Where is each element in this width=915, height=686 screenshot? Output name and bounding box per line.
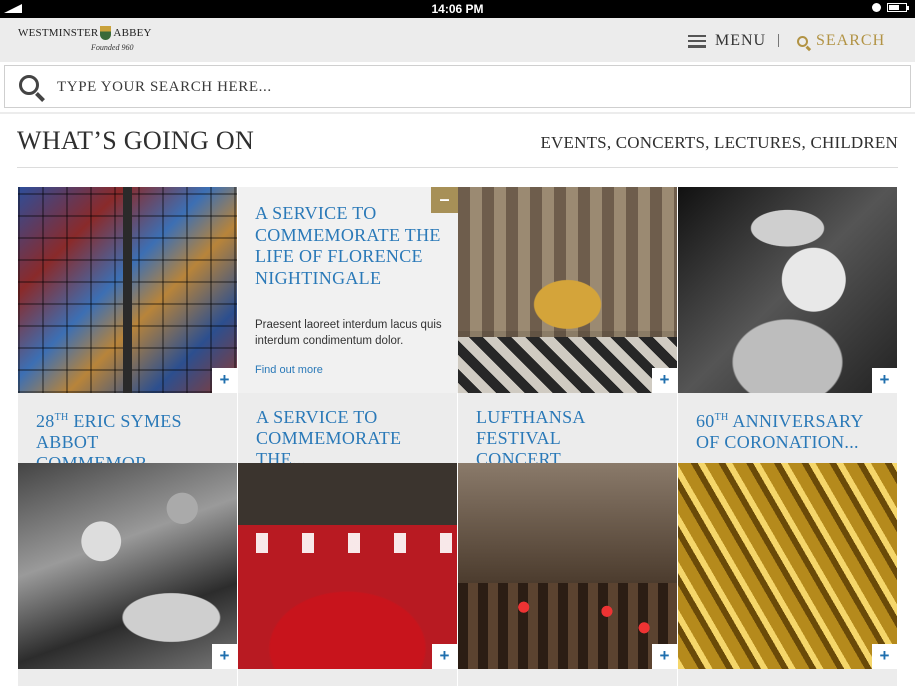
menu-button[interactable]: MENU (688, 32, 766, 50)
logo-text-westminster: WESTMINSTER (18, 27, 99, 39)
event-caption[interactable] (238, 669, 457, 686)
search-icon (797, 35, 808, 47)
event-caption-title: LUFTHANSA FESTIVAL CONCERT (476, 407, 585, 469)
event-tile-quire[interactable]: + (458, 463, 677, 669)
status-time: 14:06 PM (431, 2, 484, 16)
logo-text-abbey: ABBEY (113, 27, 152, 39)
event-caption[interactable] (678, 669, 897, 686)
event-caption[interactable]: A SERVICE TO COMMEMORATE THE... (238, 393, 457, 469)
find-out-more-link[interactable]: Find out more (255, 364, 323, 376)
crest-icon (100, 26, 112, 40)
search-icon[interactable] (19, 75, 39, 95)
search-input[interactable] (57, 74, 877, 100)
westminster-abbey-logo[interactable]: WESTMINSTER ABBEY Founded 960 (18, 26, 152, 52)
event-tile-expanded: A SERVICE TO COMMEMORATE THE LIFE OF FLO… (238, 187, 458, 393)
event-tile-choristers[interactable]: + (238, 463, 457, 669)
event-caption-title: A SERVICE TO COMMEMORATE THE... (256, 407, 402, 469)
expanded-event-description: Praesent laoreet interdum lacus quis int… (255, 319, 442, 347)
event-tile-coronation[interactable]: + (18, 463, 237, 669)
battery-icon (887, 3, 909, 12)
header-divider (778, 34, 779, 47)
event-caption[interactable]: 60TH ANNIVERSARY OF CORONATION... (678, 393, 897, 463)
search-label: SEARCH (816, 32, 886, 49)
search-bar (4, 65, 911, 108)
alarm-icon (872, 3, 881, 12)
header-separator (0, 112, 915, 114)
site-header: WESTMINSTER ABBEY Founded 960 MENU SEARC… (0, 18, 915, 62)
status-icons (872, 3, 909, 12)
expand-plus-button[interactable]: + (212, 368, 237, 393)
status-bar: 14:06 PM (0, 0, 915, 18)
event-tile-stained-glass[interactable]: + (18, 187, 237, 393)
event-tile-queen-portrait[interactable]: + (678, 187, 897, 393)
logo-founded: Founded 960 (91, 43, 134, 52)
event-caption[interactable]: 28TH ERIC SYMES ABBOT COMMEMOR... (18, 393, 237, 473)
event-caption-title: 60TH ANNIVERSARY OF CORONATION... (696, 411, 864, 452)
event-tile-organ[interactable]: + (678, 463, 897, 669)
menu-label: MENU (715, 32, 767, 49)
event-caption[interactable] (18, 669, 237, 686)
category-filter-links[interactable]: EVENTS, CONCERTS, LECTURES, CHILDREN (540, 133, 898, 153)
event-caption[interactable] (458, 669, 677, 686)
search-button[interactable]: SEARCH (797, 32, 885, 50)
logo-wordmark: WESTMINSTER ABBEY (18, 26, 152, 40)
event-tile-choir-nave[interactable]: + (458, 187, 677, 393)
collapse-minus-button[interactable]: – (431, 187, 458, 213)
expanded-event-title: A SERVICE TO COMMEMORATE THE LIFE OF FLO… (255, 203, 441, 288)
expand-plus-button[interactable]: + (652, 368, 677, 393)
expand-plus-button[interactable]: + (432, 644, 457, 669)
section-title: WHAT’S GOING ON (17, 126, 255, 155)
expand-plus-button[interactable]: + (872, 368, 897, 393)
event-caption[interactable]: LUFTHANSA FESTIVAL CONCERT (458, 393, 677, 469)
expand-plus-button[interactable]: + (652, 644, 677, 669)
section-divider (17, 167, 898, 168)
hamburger-icon (688, 34, 706, 48)
expand-plus-button[interactable]: + (212, 644, 237, 669)
expand-plus-button[interactable]: + (872, 644, 897, 669)
